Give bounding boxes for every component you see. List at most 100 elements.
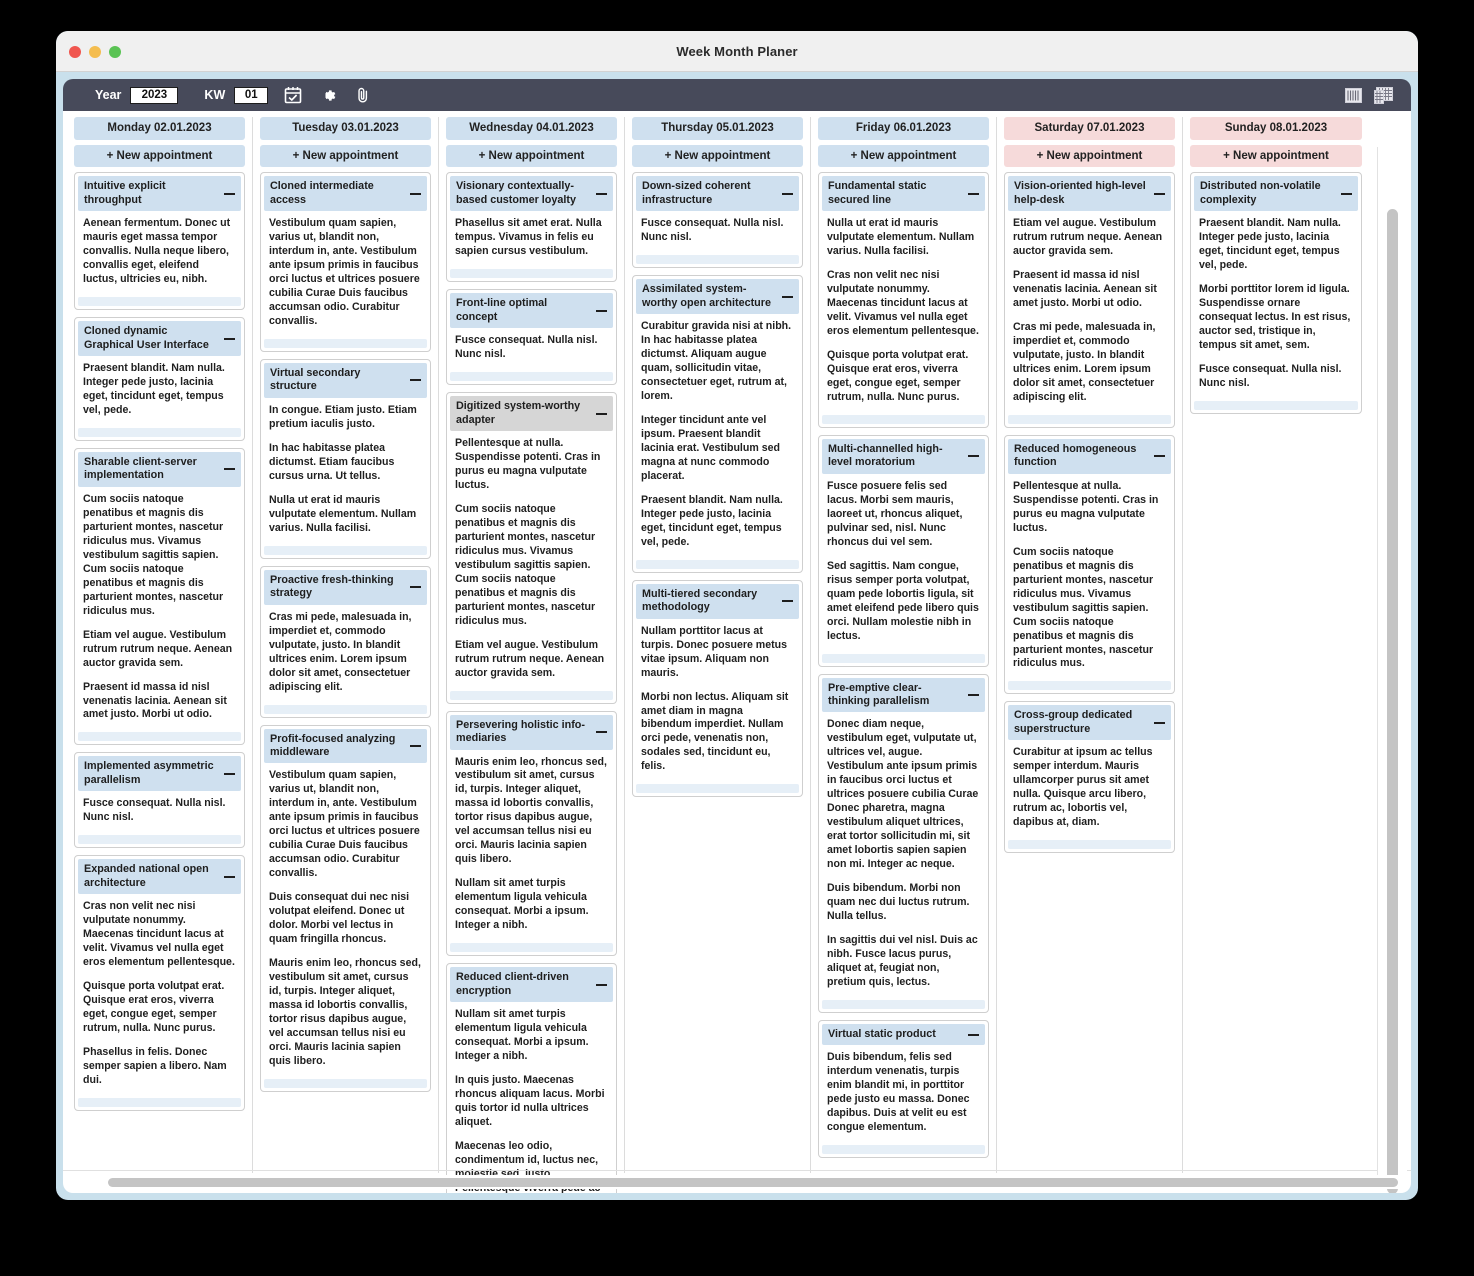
collapse-minus-icon[interactable] [410,192,421,195]
maximize-button[interactable] [109,45,121,58]
collapse-minus-icon[interactable] [596,983,607,986]
appointment-card[interactable]: Pre-emptive clear-thinking parallelism Do… [818,673,989,1013]
collapse-minus-icon[interactable] [596,309,607,312]
appointment-footer-strip [450,690,613,700]
collapse-minus-icon[interactable] [1154,721,1165,724]
day-header: Monday 02.01.2023 [74,117,245,140]
appointment-card[interactable]: Distributed non-volatile complexity Praes… [1190,172,1362,414]
collapse-minus-icon[interactable] [224,468,235,471]
collapse-minus-icon[interactable] [782,295,793,298]
appointment-footer-strip [636,784,799,794]
new-appointment-button[interactable]: + New appointment [1190,144,1362,168]
day-header: Friday 06.01.2023 [818,117,989,140]
appointment-card[interactable]: Fundamental static secured line Nulla ut … [818,172,989,428]
collapse-minus-icon[interactable] [224,772,235,775]
collapse-minus-icon[interactable] [410,744,421,747]
appointment-footer-strip [636,255,799,265]
month-view-icon[interactable] [1374,86,1393,104]
appointment-card[interactable]: Multi-tiered secondary methodology Nullam… [632,579,803,798]
appointment-body: Aenean fermentum. Donec ut mauris eget m… [78,211,241,295]
appointment-paragraph: Fusce consequat. Nulla nisl. Nunc nisl. [641,217,784,244]
appointment-card[interactable]: Front-line optimal concept Fusce consequa… [446,289,617,386]
appointment-card[interactable]: Cross-group dedicated superstructure Cura… [1004,701,1175,854]
calendar-check-icon[interactable] [284,86,302,104]
appointment-card[interactable]: Reduced homogeneous function Pellentesque… [1004,434,1175,695]
appointment-card[interactable]: Profit-focused analyzing middleware Vesti… [260,724,431,1092]
appointment-card[interactable]: Expanded national open architecture Cras … [74,855,245,1111]
appointment-footer-strip [636,559,799,569]
appointment-card[interactable]: Virtual secondary structure In congue. Et… [260,359,431,559]
vertical-scrollbar-thumb[interactable] [1387,209,1398,1193]
paperclip-icon[interactable] [355,87,371,104]
new-appointment-button[interactable]: + New appointment [632,144,803,168]
appointment-paragraph: Duis bibendum. Morbi non quam nec dui lu… [827,882,970,923]
appointment-body: Fusce consequat. Nulla nisl. Nunc nisl. [450,328,613,370]
vertical-scrollbar[interactable] [1377,147,1407,1193]
appointment-card[interactable]: Visionary contextually-based customer lo… [446,172,617,283]
collapse-minus-icon[interactable] [1154,455,1165,458]
gear-icon[interactable] [320,87,337,104]
appointment-body: Cum sociis natoque penatibus et magnis d… [78,487,241,731]
appointment-title-text: Down-sized coherent infrastructure [642,180,751,206]
collapse-minus-icon[interactable] [224,875,235,878]
appointment-card[interactable]: Reduced client-driven encryption Nullam s… [446,963,617,1193]
new-appointment-button[interactable]: + New appointment [1004,144,1175,168]
appointment-card[interactable]: Multi-channelled high-level moratorium Fu… [818,434,989,667]
week-view-icon[interactable] [1345,87,1362,103]
appointment-card[interactable]: Virtual static product Duis bibendum, fel… [818,1019,989,1159]
close-button[interactable] [69,45,81,58]
appointment-card[interactable]: Intuitive explicit throughput Aenean ferm… [74,172,245,311]
collapse-minus-icon[interactable] [968,1033,979,1036]
collapse-minus-icon[interactable] [968,455,979,458]
collapse-minus-icon[interactable] [1341,192,1352,195]
appointment-body: Donec diam neque, vestibulum eget, vulpu… [822,712,985,997]
collapse-minus-icon[interactable] [782,192,793,195]
day-column: Thursday 05.01.2023 + New appointment Down… [625,117,811,1173]
collapse-minus-icon[interactable] [224,337,235,340]
appointment-paragraph: Curabitur at ipsum ac tellus semper inte… [1013,746,1153,829]
appointment-title: Visionary contextually-based customer lo… [450,176,613,212]
new-appointment-button[interactable]: + New appointment [260,144,431,168]
appointment-title: Reduced homogeneous function [1008,438,1171,474]
collapse-minus-icon[interactable] [410,379,421,382]
appointment-card[interactable]: Vision-oriented high-level help-desk Etia… [1004,172,1175,428]
appointment-card[interactable]: Sharable client-server implementation Cum… [74,447,245,746]
appointment-card[interactable]: Assimilated system-worthy open architect… [632,275,803,573]
collapse-minus-icon[interactable] [968,693,979,696]
appointment-paragraph: Donec diam neque, vestibulum eget, vulpu… [827,718,979,871]
window-title: Week Month Planer [676,43,798,59]
collapse-minus-icon[interactable] [596,412,607,415]
new-appointment-button[interactable]: + New appointment [818,144,989,168]
appointment-paragraph: Etiam vel augue. Vestibulum rutrum rutru… [455,638,605,679]
appointment-title: Pre-emptive clear-thinking parallelism [822,677,985,713]
appointment-paragraph: Cras non velit nec nisi vulputate nonumm… [83,900,235,969]
appointment-card[interactable]: Implemented asymmetric parallelism Fusce … [74,752,245,849]
collapse-minus-icon[interactable] [1154,192,1165,195]
appointment-card[interactable]: Digitized system-worthy adapter Pellentes… [446,392,617,704]
horizontal-scrollbar-thumb[interactable] [108,1178,1398,1187]
new-appointment-button[interactable]: + New appointment [74,144,245,168]
collapse-minus-icon[interactable] [224,192,235,195]
collapse-minus-icon[interactable] [968,192,979,195]
appointment-title: Digitized system-worthy adapter [450,396,613,432]
appointment-footer-strip [822,653,985,663]
appointment-title-text: Visionary contextually-based customer lo… [456,180,577,206]
appointment-body: Praesent blandit. Nam nulla. Integer ped… [1194,211,1358,399]
collapse-minus-icon[interactable] [782,600,793,603]
kw-input[interactable] [234,86,269,104]
appointment-card[interactable]: Cloned intermediate access Vestibulum qua… [260,172,431,352]
collapse-minus-icon[interactable] [596,192,607,195]
appointment-paragraph: In hac habitasse platea dictumst. Etiam … [269,441,395,482]
new-appointment-button[interactable]: + New appointment [446,144,617,168]
appointment-card[interactable]: Down-sized coherent infrastructure Fusce … [632,172,803,269]
minimize-button[interactable] [89,45,101,58]
appointment-footer-strip [450,269,613,279]
horizontal-scrollbar[interactable] [69,1175,1403,1189]
appointment-card[interactable]: Persevering holistic info-mediaries Mauri… [446,710,617,957]
year-input[interactable] [130,86,179,104]
appointment-paragraph: Sed sagittis. Nam congue, risus semper p… [827,559,979,642]
appointment-card[interactable]: Cloned dynamic Graphical User Interface P… [74,317,245,441]
appointment-card[interactable]: Proactive fresh-thinking strategy Cras mi… [260,565,431,718]
collapse-minus-icon[interactable] [410,586,421,589]
collapse-minus-icon[interactable] [596,731,607,734]
